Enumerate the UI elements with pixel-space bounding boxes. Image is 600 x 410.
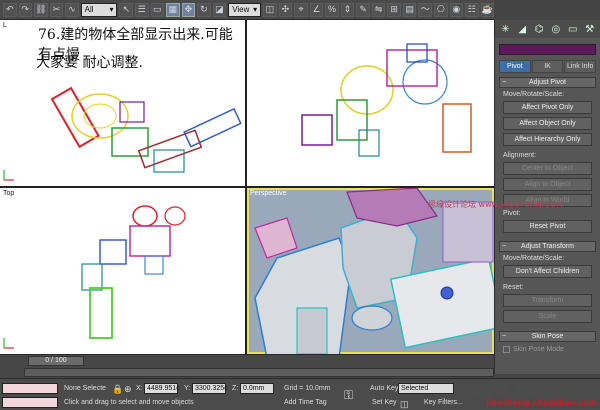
timeline: 0 / 100: [0, 354, 494, 378]
reset-transform-button[interactable]: Transform: [503, 294, 592, 307]
rollout-adjust-pivot[interactable]: − Adjust Pivot: [499, 77, 596, 88]
hierarchy-subtabs: Pivot IK Link Info: [499, 60, 597, 73]
render-icon[interactable]: ☕: [480, 2, 495, 17]
snaps-toggle-icon[interactable]: ⌖: [294, 2, 308, 17]
window-crossing-icon[interactable]: ▦: [166, 2, 180, 17]
material-editor-icon[interactable]: ◉: [449, 2, 464, 17]
maxscript-output[interactable]: [2, 397, 58, 408]
x-coordinate-field[interactable]: 4489.951c: [144, 383, 180, 394]
auto-key-button[interactable]: Auto Key: [370, 385, 398, 392]
rollout-skin-pose[interactable]: − Skin Pose: [499, 331, 596, 342]
undo-icon[interactable]: ↶: [3, 2, 17, 17]
pivot-center-icon[interactable]: ◫: [263, 2, 277, 17]
move-rotate-scale-label: Move/Rotate/Scale:: [503, 91, 565, 98]
selection-status: None Selecte: [64, 385, 107, 392]
pivot-label: Pivot:: [503, 210, 521, 217]
maxscript-listener[interactable]: [2, 383, 58, 394]
link-icon[interactable]: ⛓: [34, 2, 48, 17]
reference-coordinate-dropdown[interactable]: View ▾: [228, 2, 262, 17]
named-selection-icon[interactable]: ✎: [356, 2, 370, 17]
unlink-icon[interactable]: ✂: [49, 2, 64, 17]
mirror-icon[interactable]: ⇋: [371, 2, 386, 17]
time-slider[interactable]: 0 / 100: [28, 356, 84, 366]
dont-affect-children-button[interactable]: Don't Affect Children: [503, 265, 592, 278]
angle-snap-icon[interactable]: ∠: [309, 2, 324, 17]
z-coordinate-field[interactable]: 0.0mm: [240, 383, 274, 394]
command-panel: ✳ ◢ ⌬ ◎ ▭ ⚒ Pivot IK Link Info − Adjust P…: [494, 20, 600, 374]
tab-link-info[interactable]: Link Info: [564, 60, 597, 73]
select-move-icon[interactable]: ✥: [181, 2, 196, 17]
bind-spacewarp-icon[interactable]: ∿: [65, 2, 79, 17]
reset-pivot-button[interactable]: Reset Pivot: [503, 220, 592, 233]
layer-manager-icon[interactable]: ▤: [402, 2, 417, 17]
center-to-object-button[interactable]: Center to Object: [503, 162, 592, 175]
absolute-mode-icon[interactable]: ⊕: [124, 384, 132, 395]
y-coordinate-field[interactable]: 3300.325c: [192, 383, 228, 394]
tab-ik[interactable]: IK: [531, 60, 564, 73]
modify-tab-icon[interactable]: ◢: [516, 23, 529, 35]
wireframe-front: [301, 43, 472, 157]
viewport-front[interactable]: [247, 20, 494, 186]
hierarchy-tab-icon[interactable]: ⌬: [533, 23, 546, 35]
main-toolbar: ↶ ↷ ⛓ ✂ ∿ All ▾ ↖ ☰ ▭ ▦ ✥ ↻ ◪ View ▾ ◫ ✣ ⌖…: [0, 0, 495, 20]
display-tab-icon[interactable]: ▭: [566, 23, 579, 35]
motion-tab-icon[interactable]: ◎: [549, 23, 562, 35]
key-set-dropdown[interactable]: Selected: [398, 383, 454, 394]
create-tab-icon[interactable]: ✳: [499, 23, 512, 35]
object-name-field[interactable]: [499, 44, 596, 55]
align-to-object-button[interactable]: Align to Object: [503, 178, 592, 191]
rect-selection-icon[interactable]: ▭: [150, 2, 165, 17]
align-icon[interactable]: ⊞: [387, 2, 401, 17]
key-icon[interactable]: ⚿: [344, 388, 353, 403]
track-bar[interactable]: [24, 368, 494, 377]
reset-scale-button[interactable]: Scale: [503, 310, 592, 323]
select-manipulate-icon[interactable]: ✣: [278, 2, 293, 17]
curve-editor-icon[interactable]: 〜: [418, 2, 432, 17]
spinner-snap-icon[interactable]: ⇕: [340, 2, 355, 17]
affect-pivot-only-button[interactable]: Affect Pivot Only: [503, 101, 592, 114]
utilities-tab-icon[interactable]: ⚒: [583, 23, 596, 35]
wireframe-perspective: [254, 188, 494, 354]
select-object-icon[interactable]: ↖: [119, 2, 133, 17]
prompt-line: Click and drag to select and move object…: [64, 399, 194, 406]
redo-icon[interactable]: ↷: [18, 2, 33, 17]
schematic-view-icon[interactable]: ⎔: [434, 2, 448, 17]
viewport-left[interactable]: L 76.建的物体全部显示出来.可能有点慢 大家要 耐心调整.: [0, 20, 245, 186]
viewport-perspective[interactable]: Perspective: [247, 188, 494, 354]
y-label: Y:: [184, 385, 191, 392]
move-rotate-scale-label-2: Move/Rotate/Scale:: [503, 255, 565, 262]
watermark-bottom-url: jiaocheng.chazidian.com: [486, 398, 598, 407]
set-key-toggle-icon[interactable]: ◫: [400, 399, 409, 410]
watermark-bottom-cn: 查字典 教程网: [470, 384, 553, 399]
x-label: X:: [136, 385, 143, 392]
select-by-name-icon[interactable]: ☰: [135, 2, 149, 17]
rollout-adjust-transform[interactable]: − Adjust Transform: [499, 241, 596, 252]
lock-icon[interactable]: 🔒: [112, 384, 123, 395]
affect-hierarchy-only-button[interactable]: Affect Hierarchy Only: [503, 133, 592, 146]
viewport-area: L 76.建的物体全部显示出来.可能有点慢 大家要 耐心调整. Top Pers…: [0, 20, 494, 354]
z-label: Z:: [232, 385, 239, 392]
grid-display: Grid = 10.0mm: [284, 385, 331, 392]
affect-object-only-button[interactable]: Affect Object Only: [503, 117, 592, 130]
watermark-top: 思缘设计论坛 www.MISSYUAN.COM: [428, 200, 563, 209]
select-scale-icon[interactable]: ◪: [212, 2, 227, 17]
wireframe-left: [3, 86, 242, 181]
command-panel-tabs: ✳ ◢ ⌬ ◎ ▭ ⚒: [495, 20, 600, 38]
add-time-tag[interactable]: Add Time Tag: [284, 399, 327, 406]
wireframe-top: [3, 205, 186, 349]
selection-filter-dropdown[interactable]: All ▾: [80, 2, 118, 17]
alignment-label: Alignment:: [503, 152, 537, 159]
select-rotate-icon[interactable]: ↻: [197, 2, 211, 17]
percent-snap-icon[interactable]: %: [325, 2, 339, 17]
set-key-button[interactable]: Set Key: [372, 399, 397, 406]
render-setup-icon[interactable]: ☷: [465, 2, 479, 17]
skin-pose-mode-checkbox[interactable]: Skin Pose Mode: [503, 346, 600, 353]
key-filters-button[interactable]: Key Filters...: [424, 399, 463, 406]
tab-pivot[interactable]: Pivot: [499, 60, 531, 73]
viewport-top[interactable]: Top: [0, 188, 245, 354]
reset-label: Reset:: [503, 284, 524, 291]
